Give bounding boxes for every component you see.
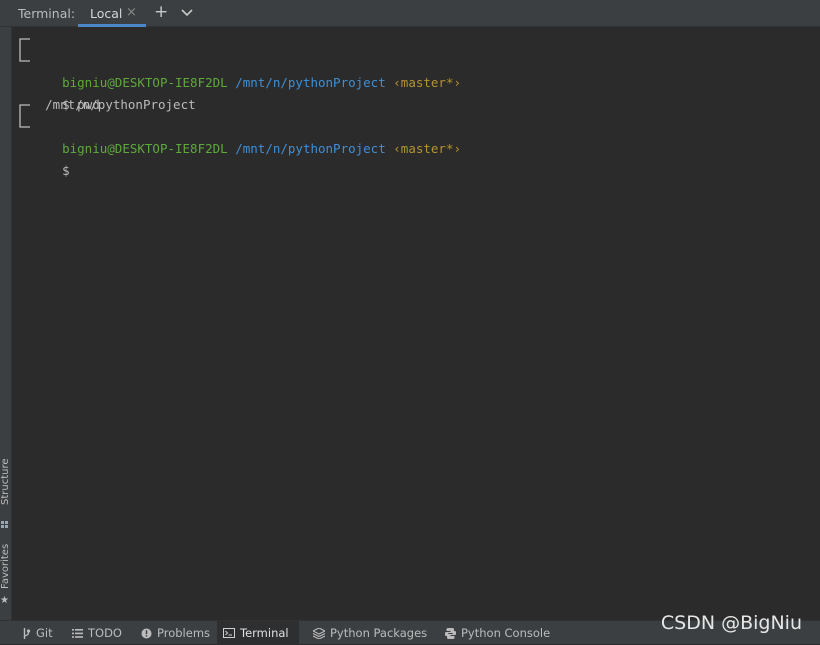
tool-tab-terminal[interactable]: Terminal bbox=[217, 621, 299, 645]
prompt-branch: ‹master*› bbox=[393, 141, 461, 156]
tab-local[interactable]: Local × bbox=[78, 0, 146, 27]
terminal-icon bbox=[223, 628, 235, 638]
command-line: $ pwd bbox=[13, 50, 820, 112]
python-icon bbox=[445, 627, 456, 639]
problems-icon bbox=[141, 628, 152, 639]
prompt-symbol: $ bbox=[62, 163, 70, 178]
tool-tab-label: Terminal bbox=[240, 626, 289, 640]
tool-tab-python-packages[interactable]: Python Packages bbox=[307, 621, 433, 645]
tool-tab-todo[interactable]: TODO bbox=[66, 621, 128, 645]
command-line: $ bbox=[13, 116, 820, 178]
terminal-label: Terminal: bbox=[18, 6, 76, 21]
terminal-output[interactable]: bigniu@DESKTOP-IE8F2DL /mnt/n/pythonProj… bbox=[13, 27, 820, 620]
chevron-down-icon[interactable] bbox=[180, 6, 194, 20]
structure-icon bbox=[1, 513, 8, 528]
prompt-line: bigniu@DESKTOP-IE8F2DL /mnt/n/pythonProj… bbox=[13, 28, 820, 90]
prompt-user: bigniu@DESKTOP-IE8F2DL bbox=[62, 141, 228, 156]
tool-tab-label: TODO bbox=[88, 626, 122, 640]
left-tool-strip: Structure Favorites ★ bbox=[0, 27, 12, 620]
tool-tab-problems[interactable]: Problems bbox=[135, 621, 216, 645]
structure-tool-label[interactable]: Structure bbox=[0, 458, 11, 505]
prompt-line: bigniu@DESKTOP-IE8F2DL /mnt/n/pythonProj… bbox=[13, 94, 820, 156]
tool-tab-label: Problems bbox=[157, 626, 211, 640]
close-icon[interactable]: × bbox=[126, 5, 137, 20]
tool-tab-python-console[interactable]: Python Console bbox=[439, 621, 556, 645]
prompt-box-top-icon bbox=[19, 104, 30, 116]
terminal-tab-bar: Terminal: Local × + bbox=[0, 0, 820, 27]
tool-tab-label: Python Console bbox=[461, 626, 551, 640]
tab-local-label: Local bbox=[90, 6, 123, 21]
tool-tab-label: Git bbox=[36, 626, 53, 640]
packages-icon bbox=[313, 627, 325, 639]
output-line: /mnt/n/pythonProject bbox=[13, 72, 820, 112]
prompt-box-bottom-icon bbox=[19, 50, 30, 62]
prompt-box-top-icon bbox=[19, 38, 30, 50]
prompt-path: /mnt/n/pythonProject bbox=[235, 141, 386, 156]
tool-tab-label: Python Packages bbox=[330, 626, 428, 640]
tool-tab-git[interactable]: Git bbox=[16, 621, 59, 645]
prompt-box-bottom-icon bbox=[19, 116, 30, 128]
favorites-tool-label[interactable]: Favorites bbox=[0, 544, 11, 589]
new-tab-plus-icon[interactable]: + bbox=[154, 2, 168, 22]
favorites-star-icon: ★ bbox=[0, 595, 9, 606]
git-branch-icon bbox=[22, 627, 31, 639]
todo-list-icon bbox=[72, 628, 83, 638]
watermark: CSDN @BigNiu bbox=[660, 612, 802, 634]
